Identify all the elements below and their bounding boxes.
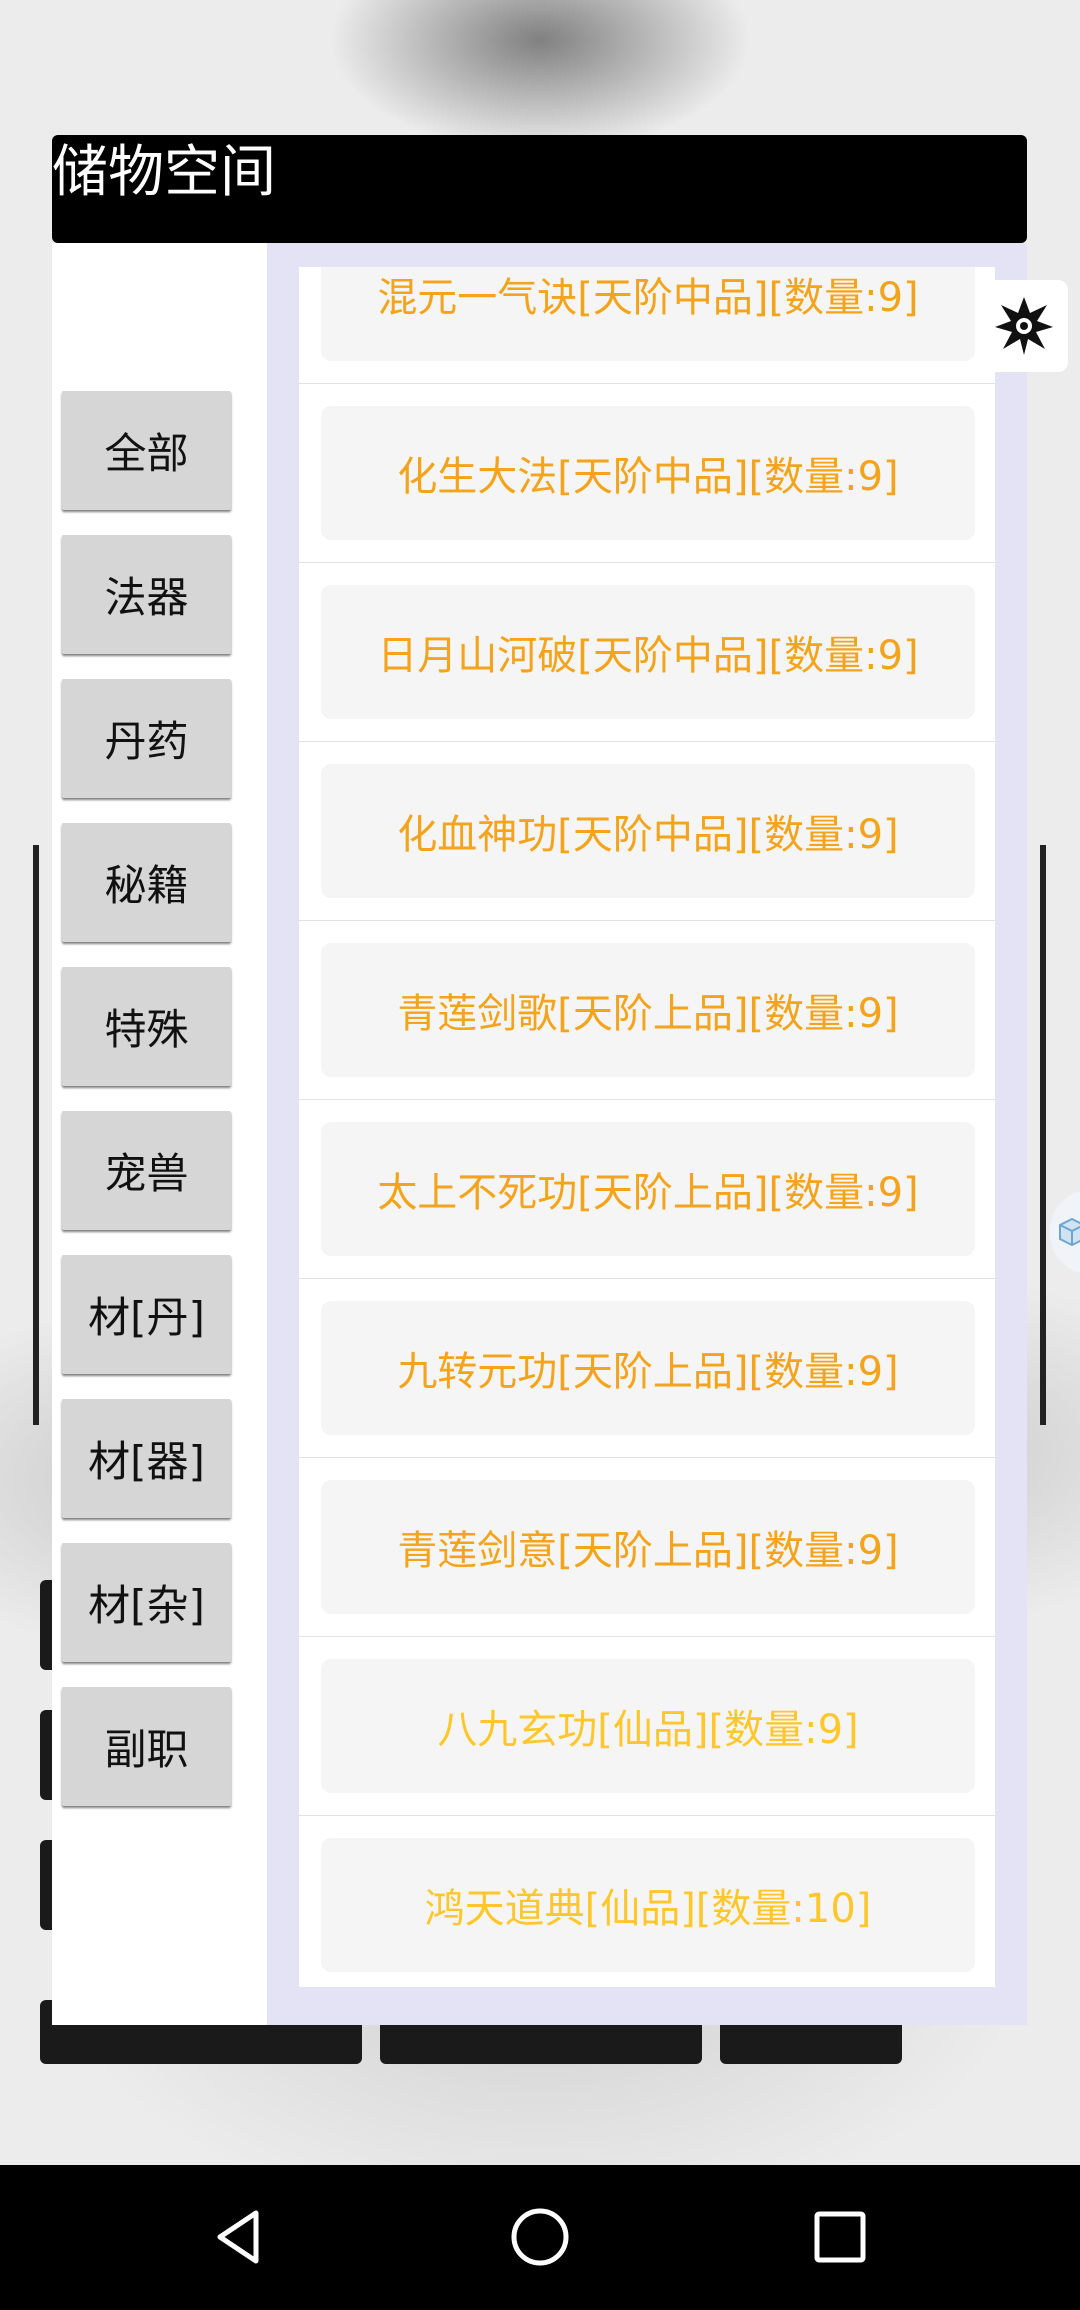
emblem-icon bbox=[995, 297, 1053, 355]
list-item[interactable]: 八九玄功[仙品][数量:9] bbox=[299, 1637, 995, 1816]
item-label: 九转元功[天阶上品][数量:9] bbox=[397, 1349, 899, 1395]
item-button[interactable]: 太上不死功[天阶上品][数量:9] bbox=[321, 1122, 975, 1256]
item-button[interactable]: 日月山河破[天阶中品][数量:9] bbox=[321, 585, 975, 719]
nav-recents-button[interactable] bbox=[790, 2187, 890, 2287]
category-label: 特殊 bbox=[104, 1005, 189, 1054]
item-label: 八九玄功[仙品][数量:9] bbox=[437, 1707, 859, 1753]
category-button-pet[interactable]: 宠兽 bbox=[62, 1111, 231, 1230]
category-label: 法器 bbox=[104, 573, 189, 622]
category-button-material-artifact[interactable]: 材[器] bbox=[62, 1399, 231, 1518]
floating-menu-button[interactable] bbox=[980, 280, 1068, 372]
item-button[interactable]: 混元一气诀[天阶中品][数量:9] bbox=[321, 267, 975, 361]
nav-back-button[interactable] bbox=[190, 2187, 290, 2287]
item-label: 混元一气诀[天阶中品][数量:9] bbox=[377, 275, 919, 321]
category-label: 宠兽 bbox=[104, 1149, 189, 1198]
category-button-all[interactable]: 全部 bbox=[62, 391, 231, 510]
category-button-material-misc[interactable]: 材[杂] bbox=[62, 1543, 231, 1662]
scroll-frame-right bbox=[1040, 845, 1046, 1425]
category-button-artifact[interactable]: 法器 bbox=[62, 535, 231, 654]
scroll-frame-left bbox=[33, 845, 39, 1425]
cube-icon bbox=[1059, 1217, 1080, 1247]
category-button-special[interactable]: 特殊 bbox=[62, 967, 231, 1086]
list-item[interactable]: 混元一气诀[天阶中品][数量:9] bbox=[299, 267, 995, 384]
list-item[interactable]: 鸿天道典[仙品][数量:10] bbox=[299, 1816, 995, 1987]
item-label: 太上不死功[天阶上品][数量:9] bbox=[377, 1170, 919, 1216]
list-item[interactable]: 日月山河破[天阶中品][数量:9] bbox=[299, 563, 995, 742]
back-triangle-icon bbox=[217, 2210, 259, 2264]
category-button-manual[interactable]: 秘籍 bbox=[62, 823, 231, 942]
list-item[interactable]: 化血神功[天阶中品][数量:9] bbox=[299, 742, 995, 921]
category-label: 丹药 bbox=[104, 717, 189, 766]
item-label: 化血神功[天阶中品][数量:9] bbox=[397, 812, 899, 858]
category-label: 材[杂] bbox=[88, 1581, 205, 1630]
category-label: 秘籍 bbox=[104, 861, 189, 910]
item-label: 鸿天道典[仙品][数量:10] bbox=[424, 1886, 872, 1932]
category-label: 材[器] bbox=[88, 1437, 205, 1486]
category-label: 副职 bbox=[104, 1725, 189, 1774]
storage-dialog: 储物空间 全部 法器 丹药 秘籍 特殊 宠兽 材[丹] 材[器] 材[杂] 副职… bbox=[52, 135, 1027, 2025]
item-label: 青莲剑意[天阶上品][数量:9] bbox=[397, 1528, 899, 1574]
item-label: 化生大法[天阶中品][数量:9] bbox=[397, 454, 899, 500]
item-label: 日月山河破[天阶中品][数量:9] bbox=[377, 633, 919, 679]
recents-square-icon bbox=[814, 2211, 866, 2263]
item-button[interactable]: 八九玄功[仙品][数量:9] bbox=[321, 1659, 975, 1793]
list-item[interactable]: 九转元功[天阶上品][数量:9] bbox=[299, 1279, 995, 1458]
item-label: 青莲剑歌[天阶上品][数量:9] bbox=[397, 991, 899, 1037]
item-button[interactable]: 九转元功[天阶上品][数量:9] bbox=[321, 1301, 975, 1435]
category-label: 材[丹] bbox=[88, 1293, 205, 1342]
item-button[interactable]: 青莲剑歌[天阶上品][数量:9] bbox=[321, 943, 975, 1077]
home-circle-icon bbox=[511, 2208, 569, 2266]
list-item[interactable]: 青莲剑意[天阶上品][数量:9] bbox=[299, 1458, 995, 1637]
dialog-title-bar: 储物空间 bbox=[52, 135, 1027, 243]
nav-home-button[interactable] bbox=[490, 2187, 590, 2287]
category-button-profession[interactable]: 副职 bbox=[62, 1687, 231, 1806]
item-button[interactable]: 化生大法[天阶中品][数量:9] bbox=[321, 406, 975, 540]
system-navigation-bar bbox=[0, 2165, 1080, 2310]
dialog-title: 储物空间 bbox=[52, 140, 276, 205]
list-item[interactable]: 太上不死功[天阶上品][数量:9] bbox=[299, 1100, 995, 1279]
item-list[interactable]: 混元一气诀[天阶中品][数量:9] 化生大法[天阶中品][数量:9] 日月山河破… bbox=[299, 267, 995, 1987]
item-button[interactable]: 化血神功[天阶中品][数量:9] bbox=[321, 764, 975, 898]
category-sidebar: 全部 法器 丹药 秘籍 特殊 宠兽 材[丹] 材[器] 材[杂] 副职 bbox=[52, 243, 267, 2025]
category-button-pill[interactable]: 丹药 bbox=[62, 679, 231, 798]
item-button[interactable]: 鸿天道典[仙品][数量:10] bbox=[321, 1838, 975, 1972]
category-button-material-pill[interactable]: 材[丹] bbox=[62, 1255, 231, 1374]
category-label: 全部 bbox=[104, 429, 189, 478]
list-item[interactable]: 化生大法[天阶中品][数量:9] bbox=[299, 384, 995, 563]
list-item[interactable]: 青莲剑歌[天阶上品][数量:9] bbox=[299, 921, 995, 1100]
item-button[interactable]: 青莲剑意[天阶上品][数量:9] bbox=[321, 1480, 975, 1614]
item-list-area: 混元一气诀[天阶中品][数量:9] 化生大法[天阶中品][数量:9] 日月山河破… bbox=[267, 243, 1027, 2025]
